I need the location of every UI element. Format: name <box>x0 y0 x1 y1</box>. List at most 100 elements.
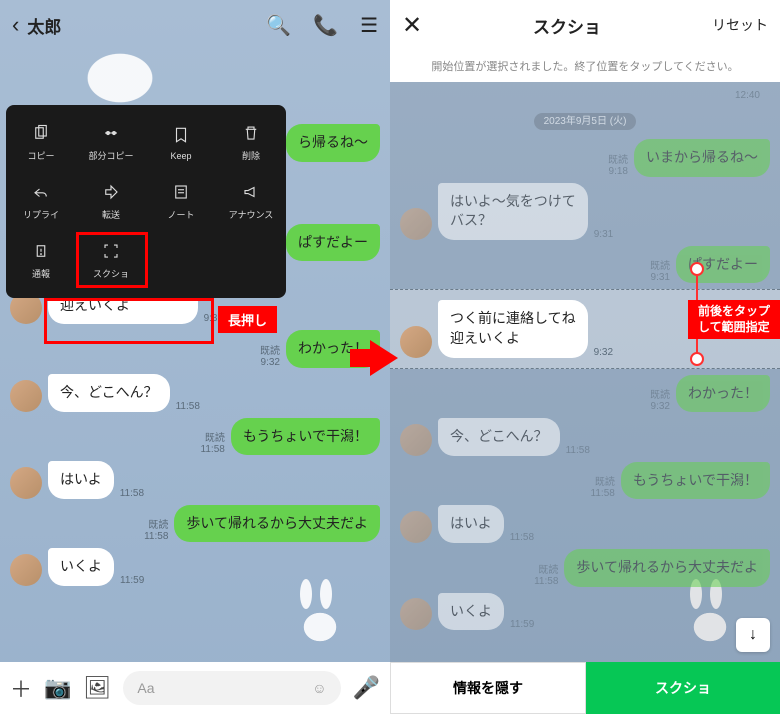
ctx-reply[interactable]: リプライ <box>6 172 76 231</box>
avatar[interactable] <box>400 511 432 543</box>
message-bubble[interactable]: はいよ～気をつけて バス？ <box>438 183 588 240</box>
msg-time: 11:58 <box>510 532 534 543</box>
message-row[interactable]: 既読11:58 歩いて帰れるから大丈夫だよ <box>400 549 770 587</box>
copy-icon <box>31 123 51 143</box>
read-label: 既読 <box>205 429 225 444</box>
menu-icon[interactable]: ☰ <box>360 13 378 38</box>
camera-icon[interactable]: 📷 <box>44 675 71 701</box>
read-label: 既読 <box>650 386 670 401</box>
ctx-copy[interactable]: コピー <box>6 113 76 172</box>
message-row[interactable]: 既読11:58 もうちょいで干潟！ <box>400 462 770 500</box>
message-bubble[interactable]: もうちょいで干潟！ <box>621 462 770 500</box>
ctx-forward[interactable]: 転送 <box>76 172 146 231</box>
ctx-partial-copy[interactable]: 部分コピー <box>76 113 146 172</box>
read-label: 既読 <box>148 516 168 531</box>
ctx-delete[interactable]: 削除 <box>216 113 286 172</box>
back-icon[interactable]: ‹ <box>12 12 19 38</box>
reply-icon <box>31 182 51 202</box>
report-icon <box>31 241 51 261</box>
msg-time: 11:59 <box>120 575 144 586</box>
range-handle-bottom[interactable] <box>690 352 704 366</box>
message-row[interactable]: 今、どこへん？ 11:58 <box>10 374 380 412</box>
avatar[interactable] <box>400 424 432 456</box>
msg-time: 11:58 <box>144 531 168 542</box>
chat-header: ‹ 太郎 🔍 📞 ☰ <box>0 0 390 50</box>
megaphone-icon <box>241 182 261 202</box>
message-row[interactable]: 今、どこへん？ 11:58 <box>400 418 770 456</box>
ctx-keep[interactable]: Keep <box>146 113 216 172</box>
left-phone: ‹ 太郎 🔍 📞 ☰ 既読9:18 ら帰るね～ 既読9:31 ぱすだよー つく前… <box>0 0 390 714</box>
message-row[interactable]: 既読11:58 歩いて帰れるから大丈夫だよ <box>10 505 380 543</box>
msg-time: 9:32 <box>261 357 280 368</box>
message-row[interactable]: はいよ～気をつけて バス？ 9:31 <box>400 183 770 240</box>
message-input[interactable]: Aa ☺ <box>123 671 340 705</box>
message-bubble[interactable]: もうちょいで干潟！ <box>231 418 380 456</box>
gallery-icon[interactable]: 🖼 <box>83 675 111 701</box>
message-bubble[interactable]: はいよ <box>48 461 114 499</box>
msg-time: 11:58 <box>120 488 144 499</box>
message-bubble[interactable]: 今、どこへん？ <box>438 418 560 456</box>
avatar[interactable] <box>10 554 42 586</box>
emoji-icon[interactable]: ☺ <box>312 680 326 696</box>
message-bubble[interactable]: つく前に連絡してね 迎えいくよ <box>438 300 588 357</box>
input-bar: ＋ 📷 🖼 Aa ☺ 🎤 <box>0 662 390 714</box>
message-bubble[interactable]: いまから帰るね～ <box>634 139 770 177</box>
msg-time: 11:58 <box>591 488 615 499</box>
read-label: 既読 <box>608 151 628 166</box>
avatar[interactable] <box>10 467 42 499</box>
msg-time: 11:58 <box>534 576 558 587</box>
msg-time: 9:18 <box>609 166 628 177</box>
msg-time: 12:40 <box>400 90 770 101</box>
message-row[interactable]: 既読9:18 いまから帰るね～ <box>400 139 770 177</box>
close-icon[interactable]: ✕ <box>402 11 422 40</box>
range-handle-top[interactable] <box>690 262 704 276</box>
annotation-tap-range: 前後をタップ して範囲指定 <box>688 300 780 339</box>
annotation-longpress: 長押し <box>218 306 277 333</box>
message-row[interactable]: 既読11:58 もうちょいで干潟！ <box>10 418 380 456</box>
ctx-announce[interactable]: アナウンス <box>216 172 286 231</box>
read-label: 既読 <box>538 561 558 576</box>
trash-icon <box>241 123 261 143</box>
message-row[interactable]: 既読9:32 わかった！ <box>400 375 770 413</box>
capture-button[interactable]: スクショ <box>586 662 780 714</box>
reset-button[interactable]: リセット <box>712 15 768 35</box>
avatar[interactable] <box>400 208 432 240</box>
note-icon <box>171 182 191 202</box>
date-separator: 2023年9月5日 (火) <box>400 111 770 129</box>
msg-time: 9:32 <box>651 401 670 412</box>
avatar[interactable] <box>400 598 432 630</box>
call-icon[interactable]: 📞 <box>313 13 338 38</box>
message-bubble[interactable]: わかった！ <box>676 375 770 413</box>
plus-icon[interactable]: ＋ <box>10 672 32 704</box>
message-bubble[interactable]: 歩いて帰れるから大丈夫だよ <box>174 505 380 543</box>
ctx-report[interactable]: 通報 <box>6 231 76 290</box>
avatar[interactable] <box>10 380 42 412</box>
msg-time: 11:58 <box>566 445 590 456</box>
message-row[interactable]: はいよ 11:58 <box>10 461 380 499</box>
message-row[interactable]: いくよ 11:59 <box>400 593 770 631</box>
msg-time: 11:59 <box>510 619 534 630</box>
chat-title: 太郎 <box>27 13 266 38</box>
msg-time: 9:31 <box>594 229 613 240</box>
message-bubble[interactable]: いくよ <box>438 593 504 631</box>
message-bubble[interactable]: はいよ <box>438 505 504 543</box>
message-row[interactable]: いくよ 11:59 <box>10 548 380 586</box>
ctx-note[interactable]: ノート <box>146 172 216 231</box>
message-bubble[interactable]: 歩いて帰れるから大丈夫だよ <box>564 549 770 587</box>
mic-icon[interactable]: 🎤 <box>353 675 380 701</box>
hide-info-button[interactable]: 情報を隠す <box>390 662 586 714</box>
msg-time: 11:58 <box>176 401 200 412</box>
bookmark-icon <box>171 125 191 145</box>
message-bubble[interactable]: ら帰るね～ <box>286 124 380 162</box>
header-actions: 🔍 📞 ☰ <box>266 13 378 38</box>
message-bubble[interactable]: 今、どこへん？ <box>48 374 170 412</box>
msg-time: 9:31 <box>651 272 670 283</box>
message-bubble[interactable]: ぱすだよー <box>286 224 380 262</box>
msg-time: 11:58 <box>201 444 225 455</box>
msg-time: 9:32 <box>594 347 613 358</box>
message-row[interactable]: 既読9:31 ぱすだよー <box>400 246 770 284</box>
message-row[interactable]: はいよ 11:58 <box>400 505 770 543</box>
message-bubble[interactable]: いくよ <box>48 548 114 586</box>
scroll-down-button[interactable]: ↓ <box>736 618 770 652</box>
search-icon[interactable]: 🔍 <box>266 13 291 38</box>
